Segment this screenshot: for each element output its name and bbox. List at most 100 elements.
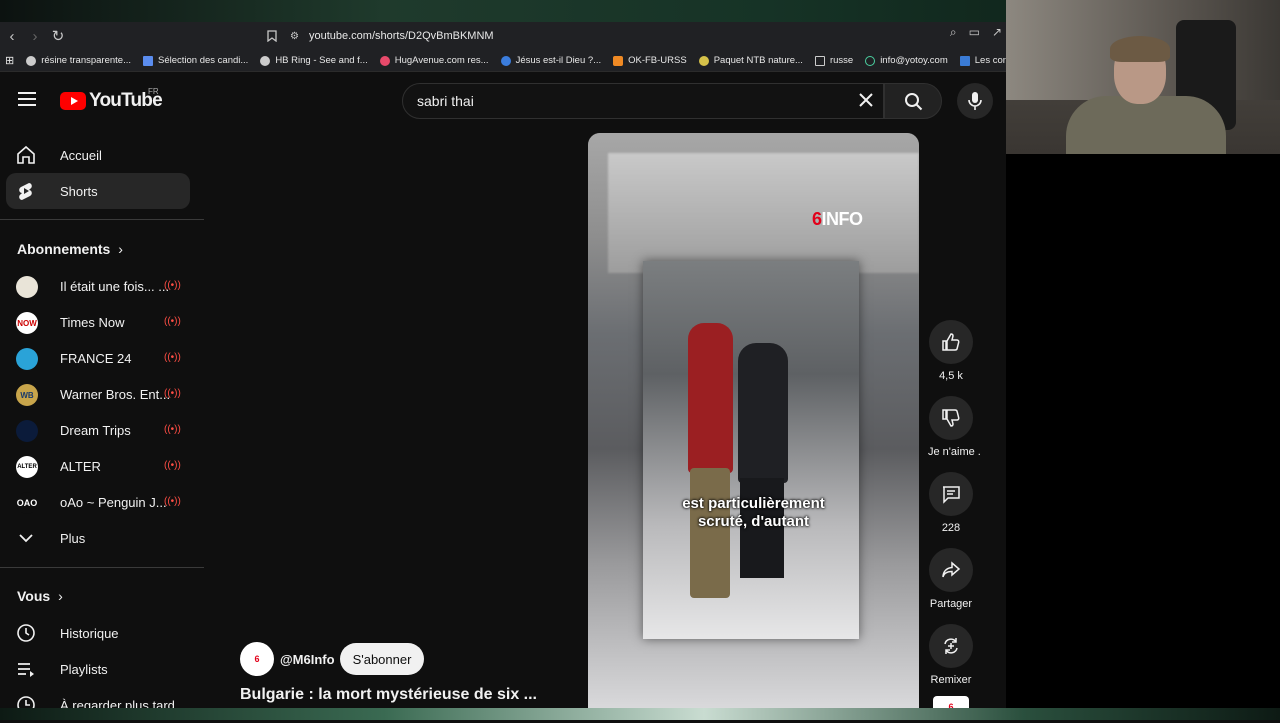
sidebar-item-playlists[interactable]: Playlists <box>6 651 190 687</box>
leaf-icon <box>698 55 709 66</box>
subscription-item[interactable]: FRANCE 24 ((•)) <box>6 340 190 376</box>
sidebar-item-label: Historique <box>60 625 119 641</box>
comments-button[interactable] <box>929 472 973 516</box>
video-title[interactable]: Bulgarie : la mort mystérieuse de six ..… <box>240 686 537 704</box>
live-icon: ((•)) <box>164 460 181 471</box>
shorts-video-player[interactable]: 6INFO est particulièrement scruté, d'aut… <box>588 133 919 708</box>
comment-icon <box>943 486 960 504</box>
folder-icon <box>814 55 825 66</box>
sidebar-item-label: Plus <box>60 530 86 546</box>
subscriptions-heading[interactable]: Abonnements › <box>17 241 123 257</box>
sidebar-item-shorts[interactable]: Shorts <box>6 173 190 209</box>
channel-avatar <box>16 348 38 370</box>
subscription-item[interactable]: WB Warner Bros. Ent... ((•)) <box>6 376 190 412</box>
bookmark-item[interactable]: Paquet NTB nature... <box>698 55 803 66</box>
bookmark-item[interactable]: russe <box>814 55 854 66</box>
globe-icon <box>26 55 37 66</box>
bookmark-label: Jésus est-il Dieu ?... <box>515 55 602 66</box>
clear-search-icon[interactable] <box>857 88 875 116</box>
sidebar-item-home[interactable]: Accueil <box>6 137 190 173</box>
channel-avatar: ALTER <box>16 456 38 478</box>
like-button[interactable] <box>929 320 973 364</box>
apps-grid-icon[interactable]: ⊞ <box>5 54 14 67</box>
back-icon[interactable]: ‹ <box>1 25 23 47</box>
you-heading[interactable]: Vous › <box>17 588 63 604</box>
youtube-logo[interactable]: YouTube FR <box>60 87 163 112</box>
bookmark-label: Les concours d'au <box>974 55 1008 66</box>
dislike-label: Je n'aime . <box>928 446 981 458</box>
shorts-actions: 4,5 k Je n'aime . 228 Partager Remixer 6 <box>928 320 981 718</box>
bookmark-label: OK-FB-URSS <box>628 55 687 66</box>
subscription-label: FRANCE 24 <box>60 350 132 366</box>
bookmark-item[interactable]: Jésus est-il Dieu ?... <box>500 55 602 66</box>
webcam-overlay <box>1006 0 1280 154</box>
subscription-label: ALTER <box>60 458 101 474</box>
subscription-item[interactable]: Il était une fois... ... ((•)) <box>6 268 190 304</box>
live-icon: ((•)) <box>164 496 181 507</box>
shorts-icon <box>19 183 32 200</box>
webcam-person-hair <box>1110 36 1170 62</box>
video-caption: est particulièrement scruté, d'autant <box>588 495 919 531</box>
forward-icon[interactable]: › <box>24 25 46 47</box>
share-button[interactable] <box>929 548 973 592</box>
bookmark-item[interactable]: Les concours d'au <box>959 55 1008 66</box>
bookmark-item[interactable]: HB Ring - See and f... <box>260 55 368 66</box>
zoom-icon[interactable]: ⌕ <box>950 25 957 40</box>
voice-search-button[interactable] <box>957 83 993 119</box>
bookmark-icon[interactable] <box>261 25 283 47</box>
subscribe-button[interactable]: S'abonner <box>340 643 424 675</box>
share-icon <box>942 561 961 578</box>
subscription-item[interactable]: NOW Times Now ((•)) <box>6 304 190 340</box>
subscription-item[interactable]: OAO oAo ~ Penguin J... ((•)) <box>6 484 190 520</box>
menu-icon[interactable] <box>18 92 36 106</box>
channel-avatar <box>16 420 38 442</box>
bookmark-item[interactable]: info@yotoy.com <box>865 55 948 66</box>
bookmark-label: Sélection des candi... <box>158 55 249 66</box>
dislike-button[interactable] <box>929 396 973 440</box>
share-page-icon[interactable]: ↗ <box>992 25 1002 40</box>
live-icon: ((•)) <box>164 388 181 399</box>
thumbs-down-icon <box>942 409 960 427</box>
live-icon: ((•)) <box>164 424 181 435</box>
bookmark-item[interactable]: Sélection des candi... <box>143 55 248 66</box>
bookmark-label: russe <box>829 55 854 66</box>
search-value: sabri thai <box>417 93 474 109</box>
empty-area <box>1006 154 1280 708</box>
live-icon: ((•)) <box>164 352 181 363</box>
m6info-watermark: 6INFO <box>812 209 864 229</box>
remix-button[interactable] <box>929 624 973 668</box>
channel-name[interactable]: @M6Info <box>280 652 335 667</box>
channel-avatar: NOW <box>16 312 38 334</box>
remix-icon <box>944 638 958 654</box>
live-icon: ((•)) <box>164 316 181 327</box>
bookmark-item[interactable]: HugAvenue.com res... <box>379 55 489 66</box>
comment-count: 228 <box>941 522 961 534</box>
site-settings-icon[interactable]: ⚙ <box>290 31 299 42</box>
channel-info[interactable]: 6 @M6Info <box>240 642 335 676</box>
sidebar-item-label: Playlists <box>60 661 108 677</box>
channel-avatar[interactable]: 6 <box>240 642 274 676</box>
you-title: Vous <box>17 588 51 604</box>
bookmark-item[interactable]: résine transparente... <box>26 55 131 66</box>
bookmark-label: HugAvenue.com res... <box>394 55 489 66</box>
subscription-item[interactable]: Dream Trips ((•)) <box>6 412 190 448</box>
bookmark-item[interactable]: OK-FB-URSS <box>613 55 687 66</box>
subscription-label: Il était une fois... ... <box>60 278 170 294</box>
mail-icon <box>865 55 876 66</box>
watermark-text: INFO <box>821 209 864 229</box>
channel-avatar: OAO <box>16 492 38 514</box>
search-button[interactable] <box>884 83 942 119</box>
bookmark-label: résine transparente... <box>41 55 131 66</box>
address-bar[interactable]: ⚙ youtube.com/shorts/D2QvBmBKMNM <box>290 25 1036 47</box>
reload-icon[interactable]: ↻ <box>47 25 69 47</box>
subscription-item[interactable]: ALTER ALTER ((•)) <box>6 448 190 484</box>
sidebar-item-label: Accueil <box>60 147 102 163</box>
video-person <box>738 343 788 483</box>
bookmark-label: HB Ring - See and f... <box>275 55 368 66</box>
bookmarks-bar: ⊞ résine transparente... Sélection des c… <box>0 50 1008 72</box>
sidebar-item-history[interactable]: Historique <box>6 615 190 651</box>
search-input[interactable]: sabri thai <box>402 83 884 119</box>
video-person <box>688 323 733 473</box>
show-more-button[interactable]: Plus <box>6 520 190 556</box>
cast-icon[interactable]: ▭ <box>969 25 980 40</box>
